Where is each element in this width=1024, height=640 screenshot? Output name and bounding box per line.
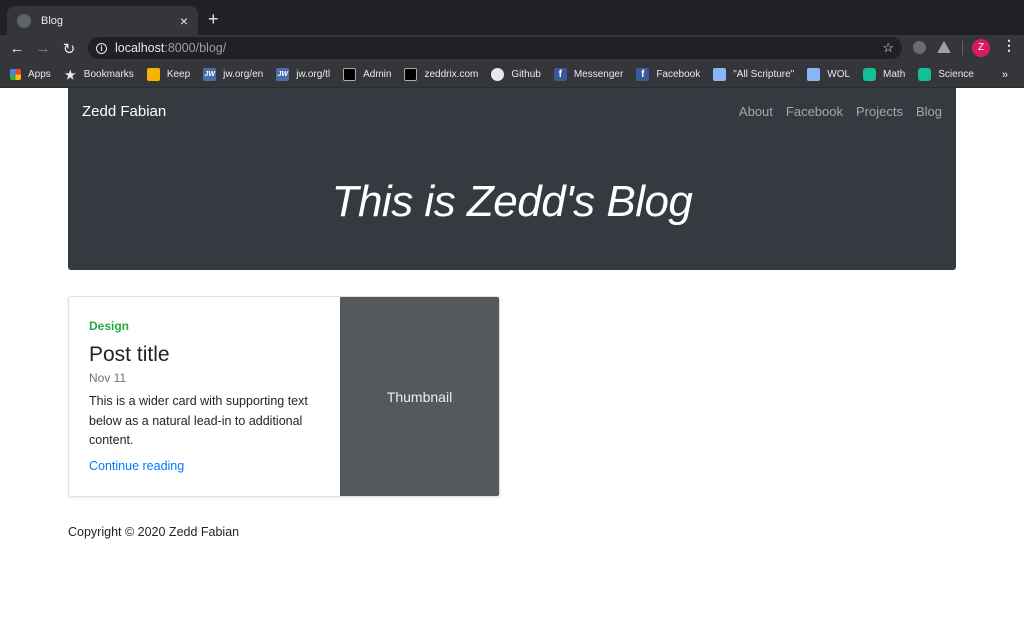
bookmark-label: zeddrix.com: [424, 69, 479, 80]
khan-icon: [918, 68, 932, 81]
browser-tabstrip: Blog × +: [0, 0, 1024, 35]
hero-banner: This is Zedd's Blog: [68, 134, 956, 270]
jw-icon: JW: [203, 68, 217, 81]
back-button[interactable]: ←: [4, 40, 30, 57]
thumbnail-label: Thumbnail: [386, 388, 453, 405]
bookmark-label: Keep: [166, 69, 191, 80]
bookmark-jw-tl[interactable]: JW jw.org/tl: [276, 68, 330, 81]
site-brand[interactable]: Zedd Fabian: [82, 103, 726, 120]
bookmark-label: jw.org/en: [223, 69, 264, 80]
wol-icon: [713, 68, 727, 81]
nav-link-projects[interactable]: Projects: [856, 104, 903, 119]
bookmark-label: Science: [938, 69, 974, 80]
browser-menu-icon[interactable]: ⋮: [1002, 38, 1016, 52]
google-drive-icon[interactable]: [937, 41, 951, 53]
bookmarks-bar: Apps ★ Bookmarks Keep JW jw.org/en JW jw.or…: [0, 62, 1024, 88]
bookmark-messenger[interactable]: f Messenger: [553, 68, 624, 81]
browser-tab[interactable]: Blog ×: [7, 6, 198, 35]
bookmark-label: Messenger: [573, 69, 624, 80]
footer-copyright: Copyright © 2020 Zedd Fabian: [68, 525, 240, 539]
continue-reading-link[interactable]: Continue reading: [89, 459, 184, 473]
github-icon: [491, 68, 505, 81]
bookmark-science[interactable]: Science: [918, 68, 974, 81]
post-card-body: Design Post title Nov 11 This is a wider…: [69, 297, 340, 496]
tab-close-icon[interactable]: ×: [180, 14, 188, 28]
bookmark-zeddrix[interactable]: zeddrix.com: [404, 68, 478, 81]
bookmark-all-scripture[interactable]: "All Scripture": [713, 68, 794, 81]
forward-button[interactable]: →: [30, 40, 56, 57]
khan-icon: [863, 68, 877, 81]
reload-button[interactable]: ↻: [56, 40, 82, 58]
jw-icon: JW: [276, 68, 290, 81]
post-card: Design Post title Nov 11 This is a wider…: [68, 296, 500, 497]
star-icon: ★: [64, 67, 76, 82]
bookmark-github[interactable]: Github: [491, 68, 541, 81]
post-date: Nov 11: [89, 371, 127, 385]
toolbar-divider: [962, 41, 963, 55]
bookmark-label: WOL: [827, 69, 851, 80]
bookmark-label: Apps: [28, 69, 51, 80]
bookmark-star-icon[interactable]: ☆: [882, 40, 894, 56]
bookmark-label: Bookmarks: [83, 69, 134, 80]
wol-icon: [807, 68, 821, 81]
post-title: Post title: [89, 343, 170, 366]
bookmark-label: jw.org/tl: [296, 69, 331, 80]
nav-link-about[interactable]: About: [739, 104, 773, 119]
profile-avatar[interactable]: Z: [972, 39, 990, 57]
admin-icon: [404, 68, 418, 81]
tab-title: Blog: [41, 14, 64, 27]
bookmark-facebook[interactable]: f Facebook: [636, 68, 700, 81]
bookmark-label: Facebook: [656, 69, 701, 80]
globe-icon: [17, 13, 31, 28]
nav-link-facebook[interactable]: Facebook: [786, 104, 843, 119]
bookmark-keep[interactable]: Keep: [146, 68, 191, 81]
admin-icon: [343, 68, 357, 81]
bookmark-label: Math: [883, 69, 906, 80]
extension-icon[interactable]: [913, 41, 926, 54]
nav-link-blog[interactable]: Blog: [916, 104, 942, 119]
url-path: :8000/blog/: [164, 41, 227, 55]
new-tab-button[interactable]: +: [208, 10, 219, 28]
post-thumbnail: Thumbnail: [340, 297, 499, 496]
site-navbar: Zedd Fabian About Facebook Projects Blog: [68, 88, 956, 134]
bookmark-math[interactable]: Math: [863, 68, 905, 81]
bookmark-jw-en[interactable]: JW jw.org/en: [203, 68, 263, 81]
url-host: localhost: [115, 41, 165, 55]
bookmark-label: "All Scripture": [733, 69, 795, 80]
bookmark-admin[interactable]: Admin: [343, 68, 391, 81]
bookmark-bookmarks[interactable]: ★ Bookmarks: [64, 67, 134, 82]
post-category: Design: [89, 319, 130, 333]
apps-icon: [10, 69, 21, 80]
keep-icon: [146, 68, 160, 81]
address-bar[interactable]: i localhost :8000/blog/ ☆: [88, 37, 902, 59]
browser-toolbar: ← → ↻ i localhost :8000/blog/ ☆ Z ⋮: [0, 35, 1024, 62]
site-info-icon[interactable]: i: [96, 42, 107, 54]
bookmark-label: Admin: [363, 69, 392, 80]
post-excerpt: This is a wider card with supporting tex…: [89, 394, 308, 447]
bookmark-apps[interactable]: Apps: [10, 69, 51, 80]
hero-title: This is Zedd's Blog: [331, 177, 693, 226]
bookmark-label: Github: [511, 69, 541, 80]
facebook-icon: f: [636, 68, 650, 81]
bookmark-wol[interactable]: WOL: [807, 68, 850, 81]
facebook-icon: f: [553, 68, 567, 81]
bookmarks-overflow-button[interactable]: »: [1002, 69, 1008, 81]
